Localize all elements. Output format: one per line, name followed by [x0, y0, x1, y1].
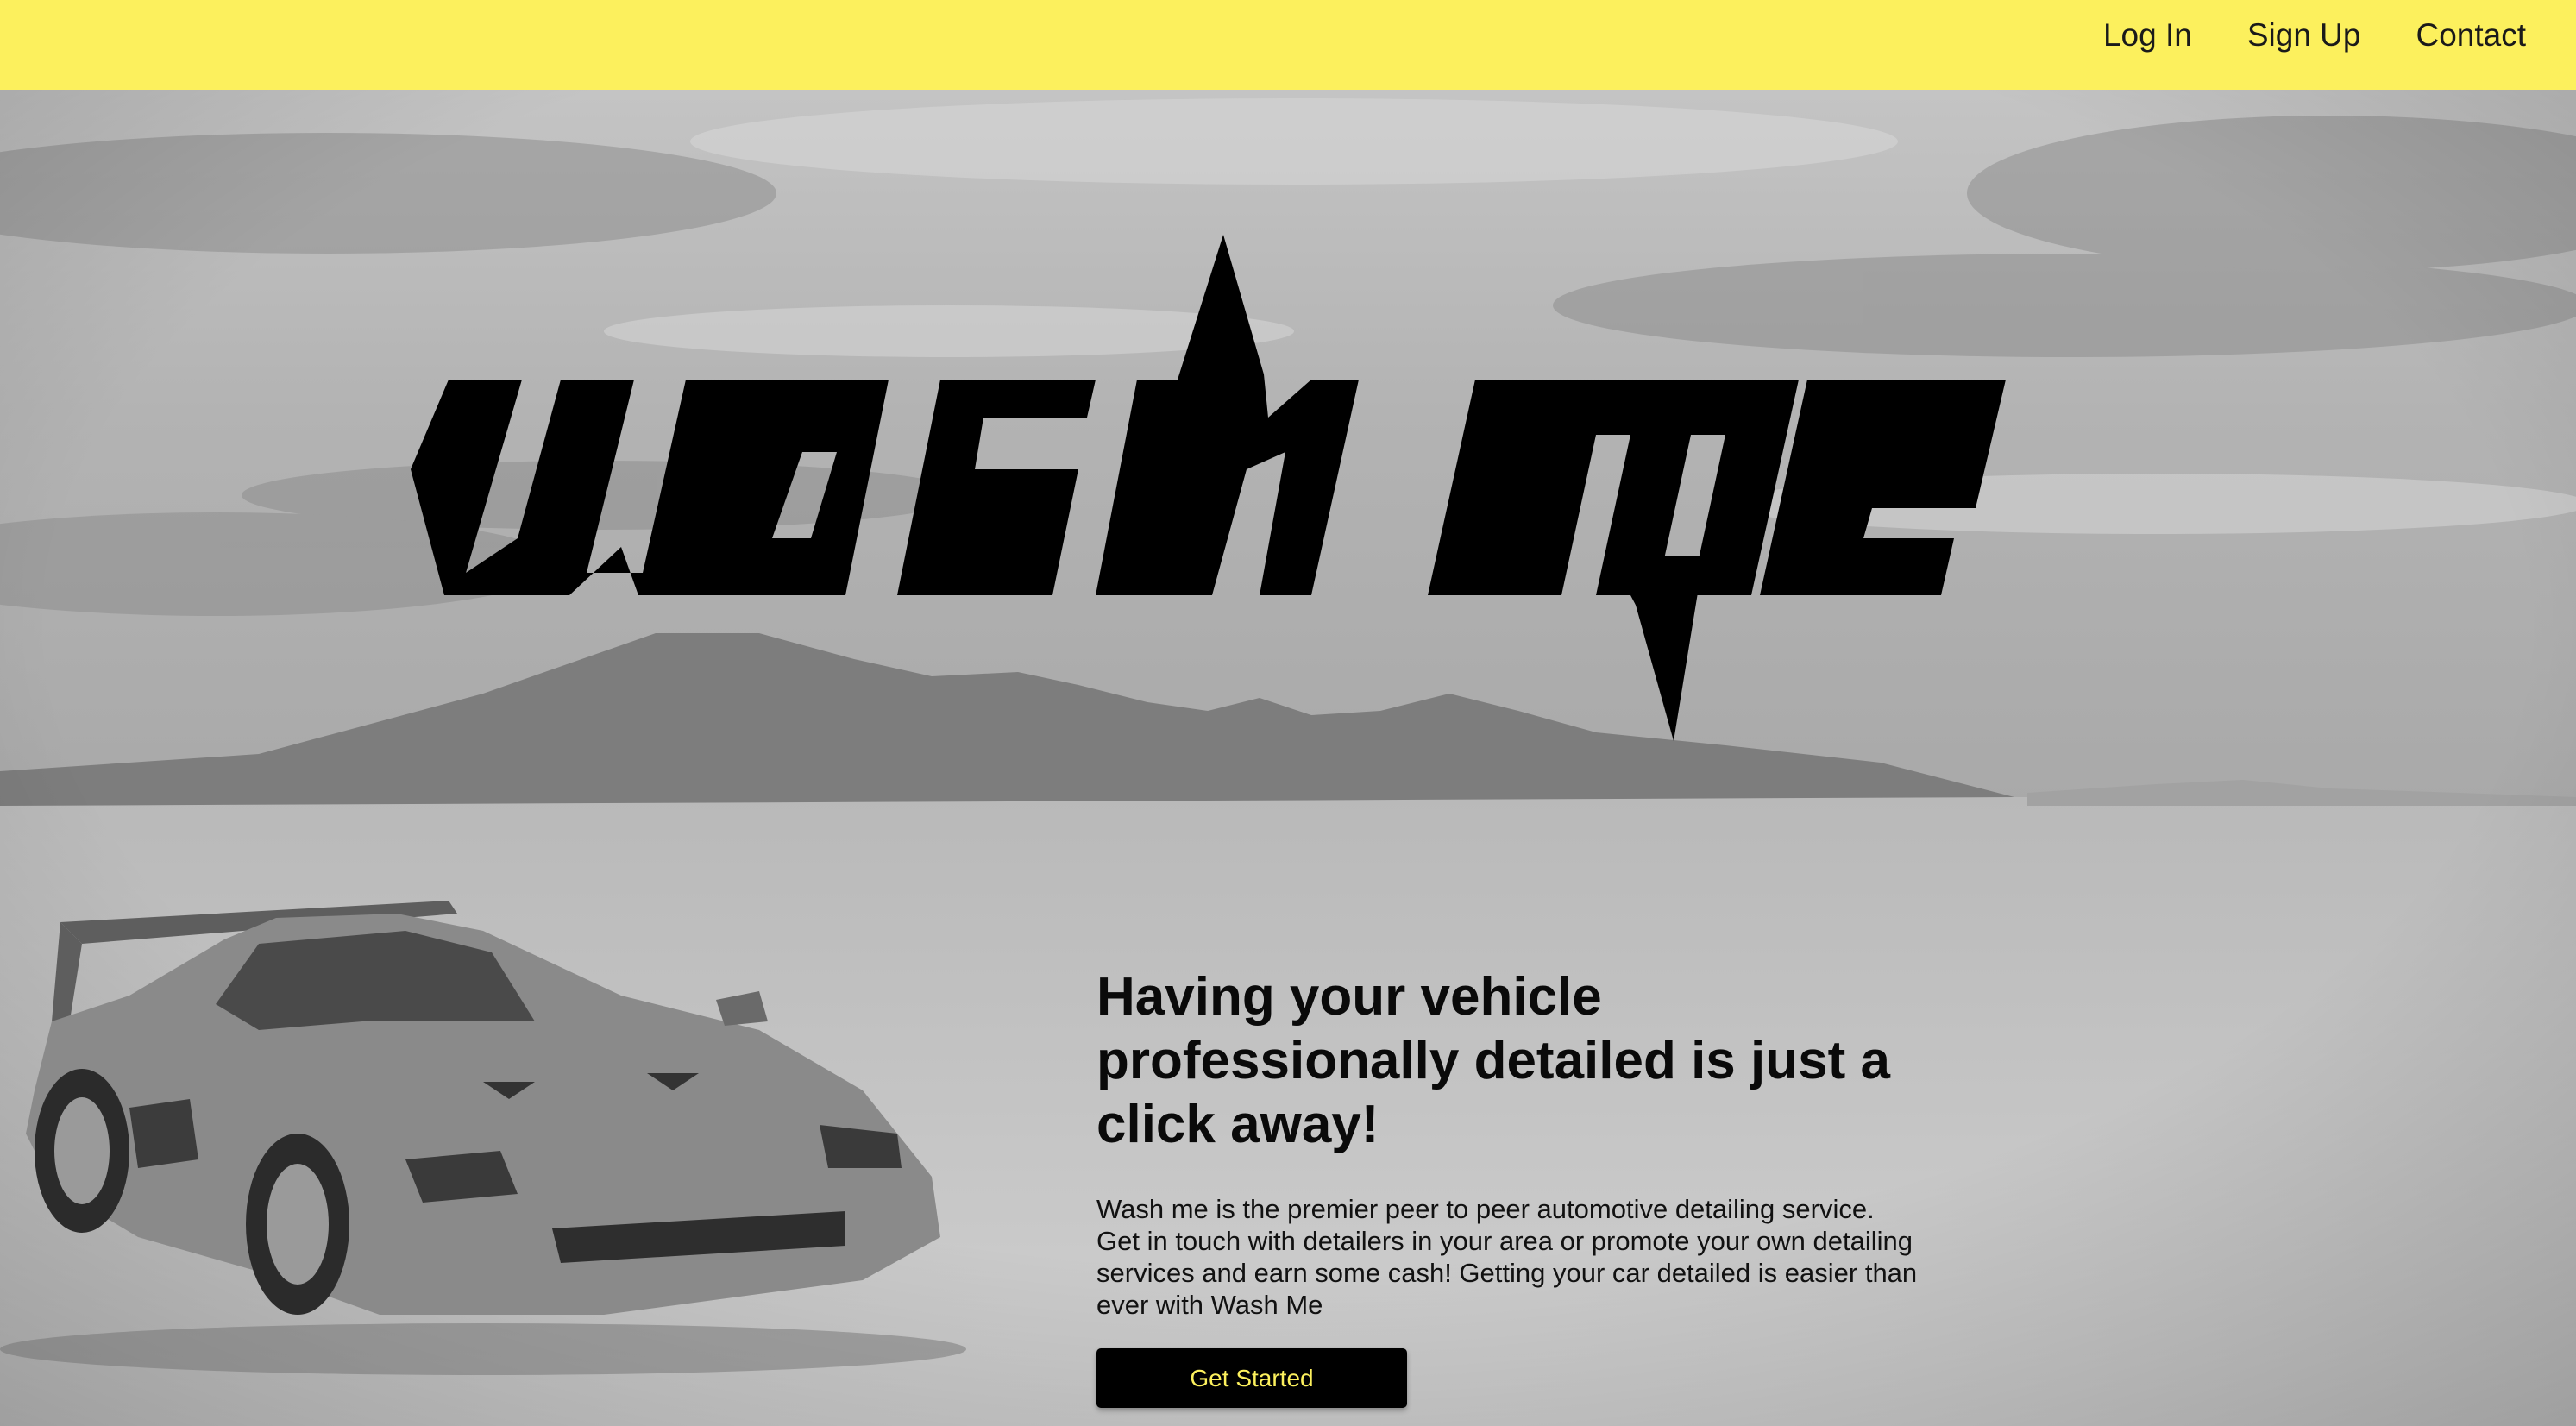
landing-page: Log In Sign Up Contact Having your vehic… [0, 0, 2576, 1426]
hero-headline: Having your vehicle professionally detai… [1096, 967, 1890, 1154]
hero-copy: Having your vehicle professionally detai… [1096, 965, 1959, 1408]
login-link[interactable]: Log In [2103, 17, 2192, 53]
hero-section: Having your vehicle professionally detai… [0, 90, 2576, 1426]
main-nav: Log In Sign Up Contact [2103, 0, 2526, 71]
hero-description: Wash me is the premier peer to peer auto… [1096, 1194, 1918, 1320]
contact-link[interactable]: Contact [2416, 17, 2526, 53]
signup-link[interactable]: Sign Up [2247, 17, 2361, 53]
get-started-button[interactable]: Get Started [1096, 1348, 1407, 1408]
wash-me-logo [411, 235, 2006, 741]
top-nav-bar: Log In Sign Up Contact [0, 0, 2576, 90]
